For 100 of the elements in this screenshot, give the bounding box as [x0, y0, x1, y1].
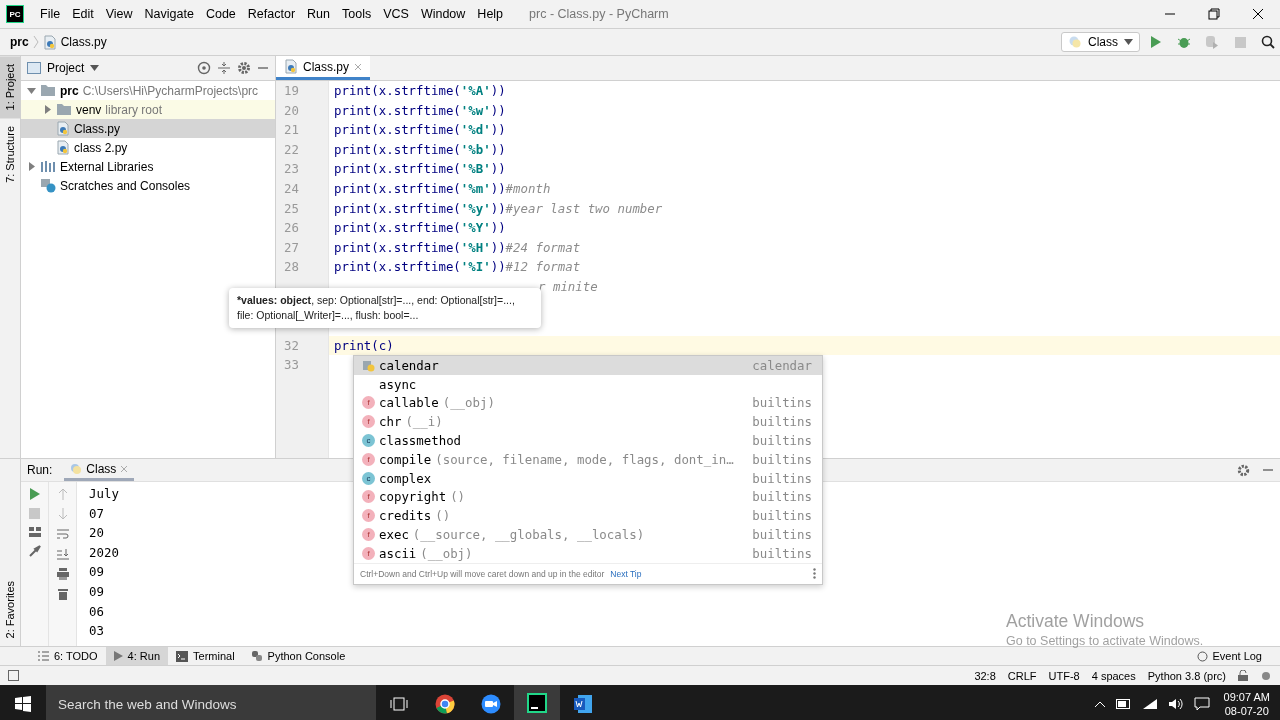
- layout-icon[interactable]: [28, 527, 41, 537]
- completion-item[interactable]: f compile (source, filename, mode, flags, dont_in… builtins: [354, 450, 822, 469]
- tool-tab[interactable]: Python Console: [242, 647, 354, 665]
- window-title: prc - Class.py - PyCharm: [529, 7, 669, 21]
- status-item[interactable]: Python 3.8 (prc): [1147, 669, 1226, 682]
- line-number: 32: [284, 337, 299, 353]
- panel-toggle-icon[interactable]: [8, 670, 19, 681]
- tool-window-tab[interactable]: 1: Project: [0, 56, 20, 119]
- tool-window-tab[interactable]: 2: Favorites: [0, 572, 20, 646]
- tool-tab[interactable]: 4: Run: [105, 647, 169, 665]
- folder-icon: [56, 103, 72, 116]
- pin-icon[interactable]: [28, 545, 41, 557]
- panel-title: Run:: [27, 463, 53, 477]
- collapse-all-icon[interactable]: [217, 61, 231, 75]
- expanded-arrow-icon[interactable]: [27, 86, 36, 95]
- parameter-info-popup: *values: object, sep: Optional[str]=..., end: Optional[str]=..., file: Optional[_Writer]=..., flush: bool=...: [229, 288, 541, 328]
- function-badge: f: [362, 528, 375, 542]
- next-tip-link[interactable]: Next Tip: [610, 568, 642, 579]
- list-icon: [38, 651, 49, 661]
- more-options-icon[interactable]: [813, 568, 816, 580]
- line-number: 25: [284, 200, 299, 216]
- completion-item[interactable]: async: [354, 374, 822, 394]
- run-tab[interactable]: Class: [64, 459, 135, 481]
- restore-icon: [1208, 8, 1220, 20]
- menu-item[interactable]: Help: [471, 7, 510, 21]
- tree-item[interactable]: Class.py: [74, 121, 120, 136]
- menu-item[interactable]: File: [34, 7, 67, 21]
- tool-window-tab[interactable]: 7: Structure: [0, 118, 20, 192]
- module-icon: [362, 358, 375, 372]
- menu-item[interactable]: Code: [199, 7, 242, 21]
- search-icon: [1261, 35, 1275, 49]
- soft-wrap-icon[interactable]: [56, 528, 69, 540]
- editor-tab[interactable]: Class.py: [276, 56, 370, 80]
- completion-item[interactable]: f ascii (__obj) builtins: [354, 543, 822, 563]
- rerun-button[interactable]: [29, 488, 40, 500]
- dropdown-caret-icon[interactable]: [90, 65, 100, 71]
- scroll-to-end-icon[interactable]: [56, 548, 69, 560]
- print-icon[interactable]: [56, 568, 69, 580]
- tool-tab[interactable]: 6: TODO: [30, 647, 106, 665]
- status-item[interactable]: 4 spaces: [1091, 669, 1136, 682]
- code-line: print(x.strftime('%m'))#month: [334, 180, 551, 196]
- activation-subtitle: Go to Settings to activate Windows.: [1006, 634, 1204, 648]
- completion-item[interactable]: c classmethod builtins: [354, 431, 822, 450]
- tree-item[interactable]: Scratches and Consoles: [60, 178, 191, 193]
- menu-item[interactable]: Window: [414, 7, 472, 21]
- settings-icon[interactable]: [1237, 463, 1250, 477]
- breadcrumb[interactable]: prc: [10, 35, 29, 49]
- completion-item[interactable]: c complex builtins: [354, 468, 822, 488]
- lock-icon[interactable]: [1238, 670, 1248, 681]
- settings-icon[interactable]: [237, 61, 251, 75]
- volume-icon[interactable]: [1167, 698, 1184, 710]
- completion-item[interactable]: f exec (__source, __globals, __locals) builtins: [354, 525, 822, 544]
- chevron-up-icon[interactable]: [1093, 700, 1106, 708]
- function-badge: f: [362, 452, 375, 466]
- menu-item[interactable]: Refactor: [241, 7, 302, 21]
- tip-text: Ctrl+Down and Ctrl+Up will move caret down and up in the editor: [360, 568, 605, 579]
- video-camera-icon: [481, 694, 501, 714]
- code-line: print(x.strftime('%Y')): [334, 220, 506, 236]
- tree-item[interactable]: prc: [60, 83, 79, 98]
- event-log-button[interactable]: Event Log: [1191, 649, 1268, 663]
- tree-item[interactable]: External Libraries: [60, 159, 154, 174]
- task-view-icon: [390, 697, 408, 711]
- breadcrumb[interactable]: Class.py: [60, 35, 107, 49]
- menu-item[interactable]: Navigate: [138, 7, 200, 21]
- code-line: print(c): [334, 337, 394, 353]
- tree-item[interactable]: venv: [76, 102, 102, 117]
- status-item[interactable]: CRLF: [1007, 669, 1037, 682]
- menu-item[interactable]: View: [99, 7, 139, 21]
- balloon-icon: [1197, 650, 1209, 662]
- output-line: 06: [89, 603, 104, 619]
- collapsed-arrow-icon[interactable]: [43, 105, 52, 114]
- completion-item[interactable]: f callable (__obj) builtins: [354, 393, 822, 413]
- ide-taskbar-button[interactable]: [514, 685, 560, 720]
- menu-item[interactable]: Tools: [336, 7, 378, 21]
- windows-icon: [15, 696, 31, 712]
- battery-icon[interactable]: [1115, 699, 1132, 709]
- completion-item[interactable]: f credits () builtins: [354, 506, 822, 526]
- run-configuration-dropdown[interactable]: Class: [1061, 32, 1140, 52]
- menu-item[interactable]: Run: [301, 7, 336, 21]
- notifications-icon[interactable]: [1193, 697, 1210, 711]
- locate-icon[interactable]: [197, 61, 211, 75]
- status-item[interactable]: 32:8: [974, 669, 996, 682]
- menu-item[interactable]: Edit: [66, 7, 100, 21]
- trash-icon[interactable]: [57, 588, 68, 600]
- status-item[interactable]: UTF-8: [1048, 669, 1080, 682]
- output-line: 20: [89, 525, 104, 541]
- function-badge: f: [362, 415, 375, 429]
- tool-tab[interactable]: Terminal: [168, 647, 243, 665]
- tree-item[interactable]: class 2.py: [74, 140, 128, 155]
- completion-item[interactable]: f copyright () builtins: [354, 487, 822, 507]
- menu-item[interactable]: VCS: [377, 7, 415, 21]
- collapsed-arrow-icon[interactable]: [27, 162, 36, 171]
- taskbar-search-field[interactable]: Search the web and Windows: [46, 685, 376, 720]
- code-line: print(x.strftime('%d')): [334, 122, 506, 138]
- output-line: 07: [89, 505, 104, 521]
- line-number: 28: [284, 259, 299, 275]
- panel-title[interactable]: Project: [47, 61, 85, 75]
- completion-item[interactable]: f chr (__i) builtins: [354, 412, 822, 432]
- python-icon: [70, 462, 83, 475]
- completion-item[interactable]: calendar calendar: [354, 356, 822, 375]
